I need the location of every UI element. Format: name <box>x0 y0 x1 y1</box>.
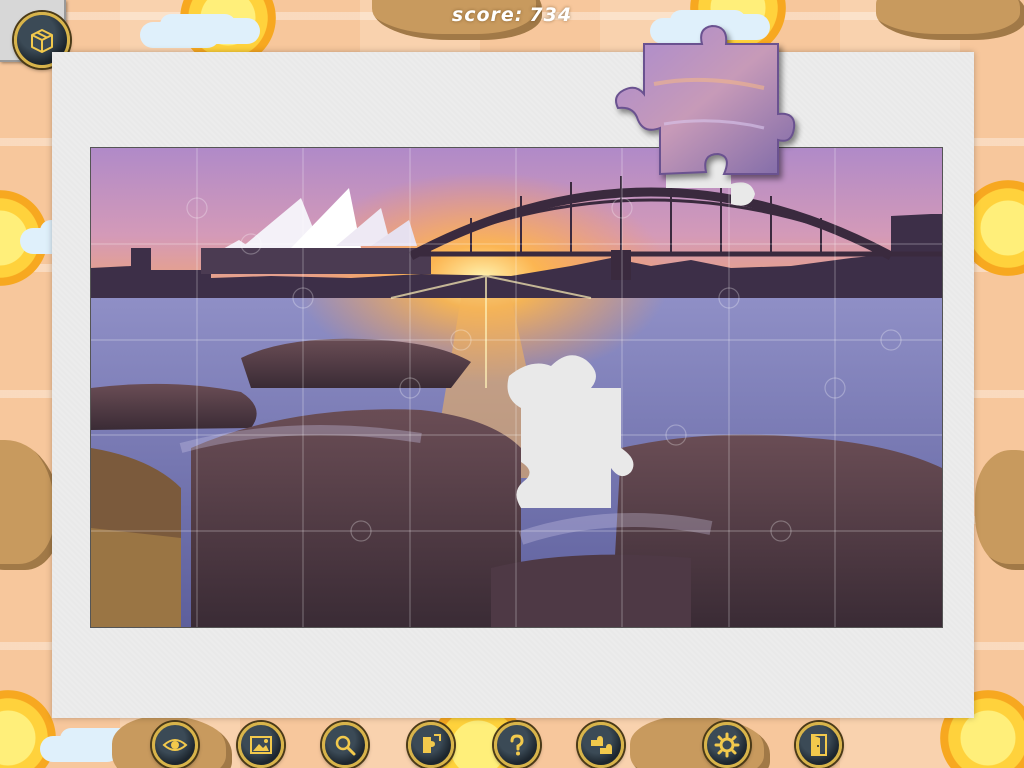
loose-puzzle-piece[interactable] <box>614 24 796 190</box>
kangaroo-decoration <box>0 440 60 570</box>
ghost-image-button[interactable] <box>152 722 198 768</box>
magnifier-icon <box>335 735 356 756</box>
gear-icon <box>714 732 740 758</box>
magnify-button[interactable] <box>322 722 368 768</box>
puzzle-image[interactable] <box>90 147 943 628</box>
puzzle-picture <box>91 148 942 627</box>
score-value: 734 <box>529 4 573 26</box>
eye-icon <box>162 739 188 751</box>
score-label: score: <box>451 4 524 26</box>
kangaroo-decoration <box>975 450 1024 570</box>
settings-button[interactable] <box>704 722 750 768</box>
exit-button[interactable] <box>796 722 842 768</box>
score-display: score: 734 <box>0 4 1024 26</box>
show-picture-button[interactable] <box>238 722 284 768</box>
cloud-decoration <box>40 736 120 762</box>
puzzle-piece-shape <box>615 24 796 176</box>
question-icon <box>510 734 524 756</box>
edges-button[interactable] <box>408 722 454 768</box>
puzzle-pieces-icon <box>591 736 612 754</box>
scatter-pieces-button[interactable] <box>578 722 624 768</box>
picture-icon <box>250 736 272 754</box>
help-button[interactable] <box>494 722 540 768</box>
exit-door-icon <box>811 734 827 756</box>
puzzle-edges-icon <box>423 734 441 753</box>
